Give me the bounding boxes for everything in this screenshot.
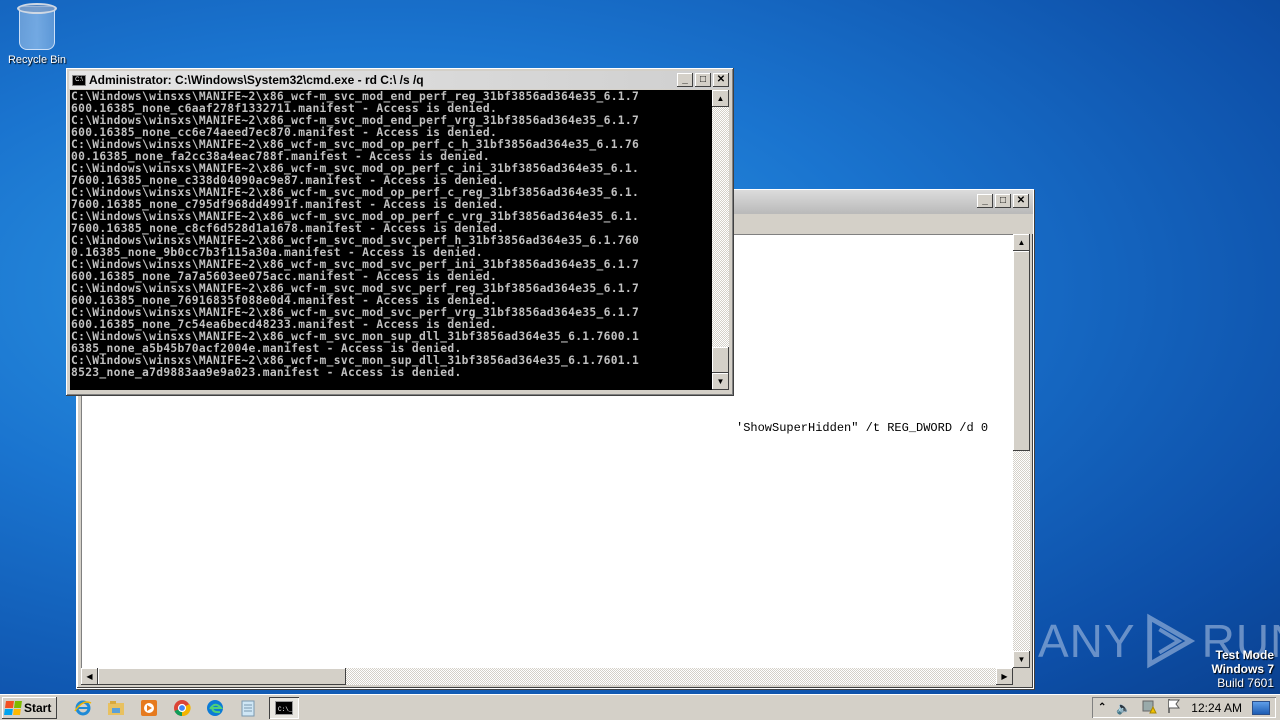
play-logo-icon	[1146, 613, 1195, 669]
desktop-icon-label: Recycle Bin	[7, 54, 67, 66]
visible-text-line: 'ShowSuperHidden" /t REG_DWORD /d 0	[736, 421, 989, 435]
notepad-icon[interactable]	[236, 697, 260, 719]
scroll-up-button[interactable]: ▲	[712, 90, 729, 107]
watermark-text-left: ANY	[1038, 615, 1136, 667]
desktop-icon-recycle-bin[interactable]: Recycle Bin	[4, 3, 70, 66]
edge-icon[interactable]	[203, 697, 227, 719]
scroll-thumb[interactable]	[712, 347, 729, 373]
window-title: Administrator: C:\Windows\System32\cmd.e…	[89, 73, 424, 87]
test-mode-notice: Test Mode Windows 7 Build 7601	[1211, 648, 1274, 690]
system-tray: ⌃ 🔈 12:24 AM	[1092, 697, 1276, 718]
svg-text:C:\_: C:\_	[278, 706, 293, 713]
scroll-down-button[interactable]: ▼	[1013, 651, 1030, 668]
windows-logo-icon	[4, 700, 22, 715]
console-line: 8523_none_a7d9883aa9e9a023.manifest - Ac…	[71, 366, 462, 379]
scroll-right-button[interactable]: ▶	[996, 668, 1013, 685]
scroll-left-button[interactable]: ◀	[81, 668, 98, 685]
internet-explorer-icon[interactable]	[71, 697, 95, 719]
network-warning-icon[interactable]	[1141, 698, 1158, 717]
close-button[interactable]: ✕	[1013, 194, 1029, 208]
start-button[interactable]: Start	[2, 697, 57, 719]
os-name-line: Windows 7	[1211, 662, 1274, 676]
file-explorer-icon[interactable]	[104, 697, 128, 719]
minimize-button[interactable]: _	[977, 194, 993, 208]
maximize-button[interactable]: □	[695, 73, 711, 87]
resize-grip[interactable]	[1013, 668, 1030, 685]
maximize-button[interactable]: □	[995, 194, 1011, 208]
horizontal-scrollbar[interactable]: ◀ ▶	[81, 668, 1013, 685]
clock[interactable]: 12:24 AM	[1191, 701, 1242, 715]
cmd-titlebar[interactable]: C:\ Administrator: C:\Windows\System32\c…	[69, 71, 731, 89]
volume-icon[interactable]: 🔈	[1116, 701, 1131, 715]
show-hidden-icons-chevron-icon[interactable]: ⌃	[1098, 702, 1106, 713]
recycle-bin-icon	[17, 3, 57, 50]
scroll-down-button[interactable]: ▼	[712, 373, 729, 390]
minimize-button[interactable]: _	[677, 73, 693, 87]
build-line: Build 7601	[1217, 676, 1274, 690]
cmd-window[interactable]: C:\ Administrator: C:\Windows\System32\c…	[66, 68, 734, 396]
action-center-flag-icon[interactable]	[1167, 698, 1181, 717]
media-player-icon[interactable]	[137, 697, 161, 719]
vertical-scrollbar[interactable]: ▲ ▼	[1013, 234, 1030, 668]
close-button[interactable]: ✕	[713, 73, 729, 87]
scroll-up-button[interactable]: ▲	[1013, 234, 1030, 251]
start-label: Start	[24, 700, 52, 715]
show-desktop-button[interactable]	[1252, 700, 1270, 715]
taskbar: Start C:\_ ⌃ 🔈 12:24 AM	[0, 694, 1280, 720]
chrome-icon[interactable]	[170, 697, 194, 719]
test-mode-line: Test Mode	[1215, 648, 1274, 662]
cmd-icon[interactable]: C:\_	[269, 696, 300, 719]
console-icon: C:\	[72, 74, 86, 86]
scroll-thumb[interactable]	[98, 668, 346, 685]
console-output[interactable]: C:\Windows\winsxs\MANIFE~2\x86_wcf-m_svc…	[70, 90, 712, 390]
scroll-thumb[interactable]	[1013, 251, 1030, 451]
console-scrollbar[interactable]: ▲ ▼	[712, 90, 729, 390]
